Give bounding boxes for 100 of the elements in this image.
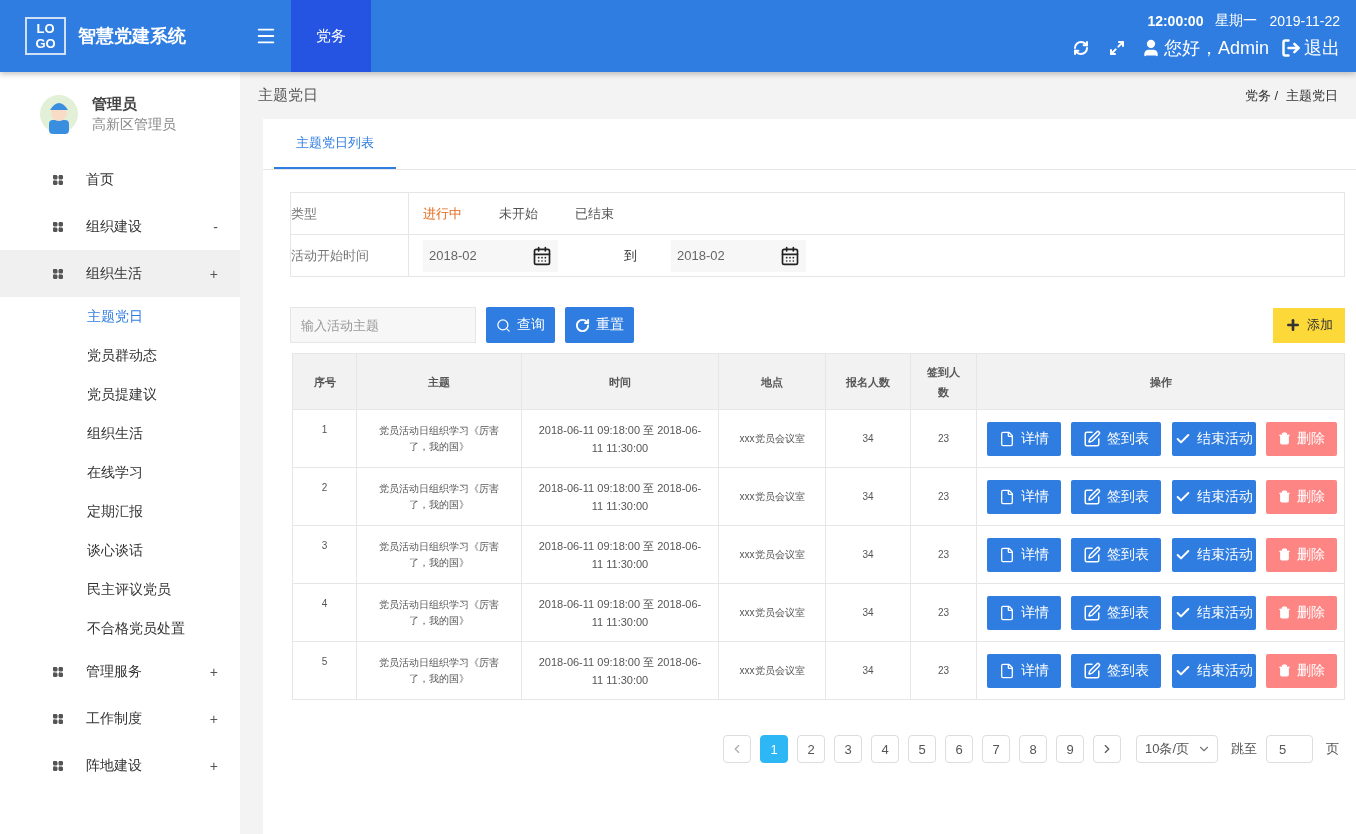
- page-button[interactable]: 6: [945, 735, 973, 763]
- sidebar-item[interactable]: 管理服务 +: [0, 648, 240, 695]
- document-icon: [999, 430, 1015, 447]
- page-button[interactable]: 4: [871, 735, 899, 763]
- nav-tab[interactable]: 党务: [291, 0, 371, 72]
- trash-icon: [1278, 490, 1291, 503]
- end-date-field[interactable]: 2018-02: [671, 239, 806, 272]
- sidebar-label: 组织生活: [86, 264, 142, 283]
- grid-icon: [52, 267, 64, 280]
- table-cell: 党员活动日组织学习《厉害了，我的国》: [356, 467, 522, 526]
- table-cell: 5: [292, 641, 357, 700]
- detail-button[interactable]: 详情: [987, 537, 1061, 572]
- user-role: 高新区管理员: [92, 115, 176, 134]
- detail-button[interactable]: 详情: [987, 479, 1061, 514]
- user-greeting[interactable]: 您好，Admin: [1140, 36, 1269, 60]
- sidebar-label: 管理服务: [86, 662, 142, 681]
- start-date-field[interactable]: 2018-02: [423, 239, 558, 272]
- calendar-icon: [780, 245, 800, 266]
- weekday: 星期一: [1215, 12, 1258, 30]
- table-cell: xxx党员会议室: [718, 525, 826, 584]
- sidebar-subitem[interactable]: 主题党日: [0, 297, 240, 336]
- detail-button[interactable]: 详情: [987, 653, 1061, 688]
- type-option[interactable]: 已结束: [575, 204, 630, 223]
- detail-button[interactable]: 详情: [987, 421, 1061, 456]
- sheet-button[interactable]: 签到表: [1071, 537, 1162, 572]
- search-field[interactable]: 输入活动主题: [290, 307, 476, 343]
- edit-icon: [1083, 429, 1102, 448]
- table-cell: 23: [910, 467, 977, 526]
- sidebar-item[interactable]: 组织生活 +: [0, 250, 240, 297]
- trash-icon: [1278, 664, 1291, 677]
- type-option[interactable]: 未开始: [499, 204, 554, 223]
- query-button[interactable]: 查询: [486, 307, 555, 343]
- grid-icon: [52, 173, 64, 186]
- sidebar-subitem[interactable]: 民主评议党员: [0, 570, 240, 609]
- tab[interactable]: 主题党日列表: [274, 119, 396, 169]
- table-cell: 23: [910, 409, 977, 468]
- table-cell: 34: [825, 467, 911, 526]
- jump-field[interactable]: 5: [1266, 735, 1313, 763]
- page-button[interactable]: 7: [982, 735, 1010, 763]
- jump-label: 跳至: [1231, 740, 1257, 758]
- sheet-button[interactable]: 签到表: [1071, 479, 1162, 514]
- reload-icon: [575, 317, 590, 333]
- end-button[interactable]: 结束活动: [1171, 653, 1256, 688]
- sheet-button[interactable]: 签到表: [1071, 421, 1162, 456]
- sidebar-item[interactable]: 阵地建设 +: [0, 742, 240, 789]
- sidebar-label: 工作制度: [86, 709, 142, 728]
- column-header: 地点: [718, 353, 826, 410]
- grid-icon: [52, 712, 64, 725]
- page-button[interactable]: 3: [834, 735, 862, 763]
- table-cell: 4: [292, 583, 357, 642]
- end-button[interactable]: 结束活动: [1171, 537, 1256, 572]
- add-button[interactable]: 添加: [1273, 307, 1345, 343]
- grid-icon: [52, 665, 64, 678]
- page-button[interactable]: 8: [1019, 735, 1047, 763]
- type-option[interactable]: 进行中: [423, 204, 478, 223]
- table-cell: 23: [910, 583, 977, 642]
- sheet-button[interactable]: 签到表: [1071, 595, 1162, 630]
- app-title: 智慧党建系统: [78, 25, 186, 48]
- table-cell: 党员活动日组织学习《厉害了，我的国》: [356, 409, 522, 468]
- table-cell: 3: [292, 525, 357, 584]
- detail-button[interactable]: 详情: [987, 595, 1061, 630]
- edit-icon: [1083, 661, 1102, 680]
- sidebar-subitem[interactable]: 不合格党员处置: [0, 609, 240, 648]
- logout-button[interactable]: 退出: [1281, 36, 1340, 60]
- sidebar-subitem[interactable]: 党员提建议: [0, 375, 240, 414]
- toggle-sign: +: [209, 757, 218, 774]
- page-size-select[interactable]: 10条/页: [1136, 735, 1218, 763]
- trash-icon: [1278, 606, 1291, 619]
- sidebar-item[interactable]: 工作制度 +: [0, 695, 240, 742]
- sidebar-item[interactable]: 组织建设 -: [0, 203, 240, 250]
- clock-time: 12:00:00: [1147, 13, 1204, 29]
- table-cell: 2018-06-11 09:18:00 至 2018-06-11 11:30:00: [521, 525, 719, 584]
- next-page-button[interactable]: [1093, 735, 1121, 763]
- breadcrumb-item[interactable]: 党务 /: [1244, 86, 1278, 105]
- sidebar-label: 首页: [86, 170, 114, 189]
- sidebar-subitem[interactable]: 党员群动态: [0, 336, 240, 375]
- page-button[interactable]: 9: [1056, 735, 1084, 763]
- page-button[interactable]: 2: [797, 735, 825, 763]
- sidebar-item[interactable]: 首页: [0, 156, 240, 203]
- previous-page-button[interactable]: [723, 735, 751, 763]
- sheet-button[interactable]: 签到表: [1071, 653, 1162, 688]
- end-button[interactable]: 结束活动: [1171, 595, 1256, 630]
- document-icon: [999, 546, 1015, 563]
- reset-button[interactable]: 重置: [565, 307, 634, 343]
- user-name: 管理员: [92, 94, 138, 114]
- sidebar-subitem[interactable]: 定期汇报: [0, 492, 240, 531]
- table-cell: 34: [825, 525, 911, 584]
- sidebar-subitem[interactable]: 组织生活: [0, 414, 240, 453]
- page-button[interactable]: 5: [908, 735, 936, 763]
- sidebar-subitem[interactable]: 在线学习: [0, 453, 240, 492]
- column-header: 报名人数: [825, 353, 911, 410]
- end-button[interactable]: 结束活动: [1171, 421, 1256, 456]
- end-button[interactable]: 结束活动: [1171, 479, 1256, 514]
- edit-icon: [1083, 487, 1102, 506]
- document-icon: [999, 488, 1015, 505]
- toggle-sign: +: [209, 663, 218, 680]
- filter-label: 类型: [291, 193, 409, 234]
- edit-icon: [1083, 603, 1102, 622]
- sidebar-subitem[interactable]: 谈心谈话: [0, 531, 240, 570]
- table-cell: 2018-06-11 09:18:00 至 2018-06-11 11:30:00: [521, 641, 719, 700]
